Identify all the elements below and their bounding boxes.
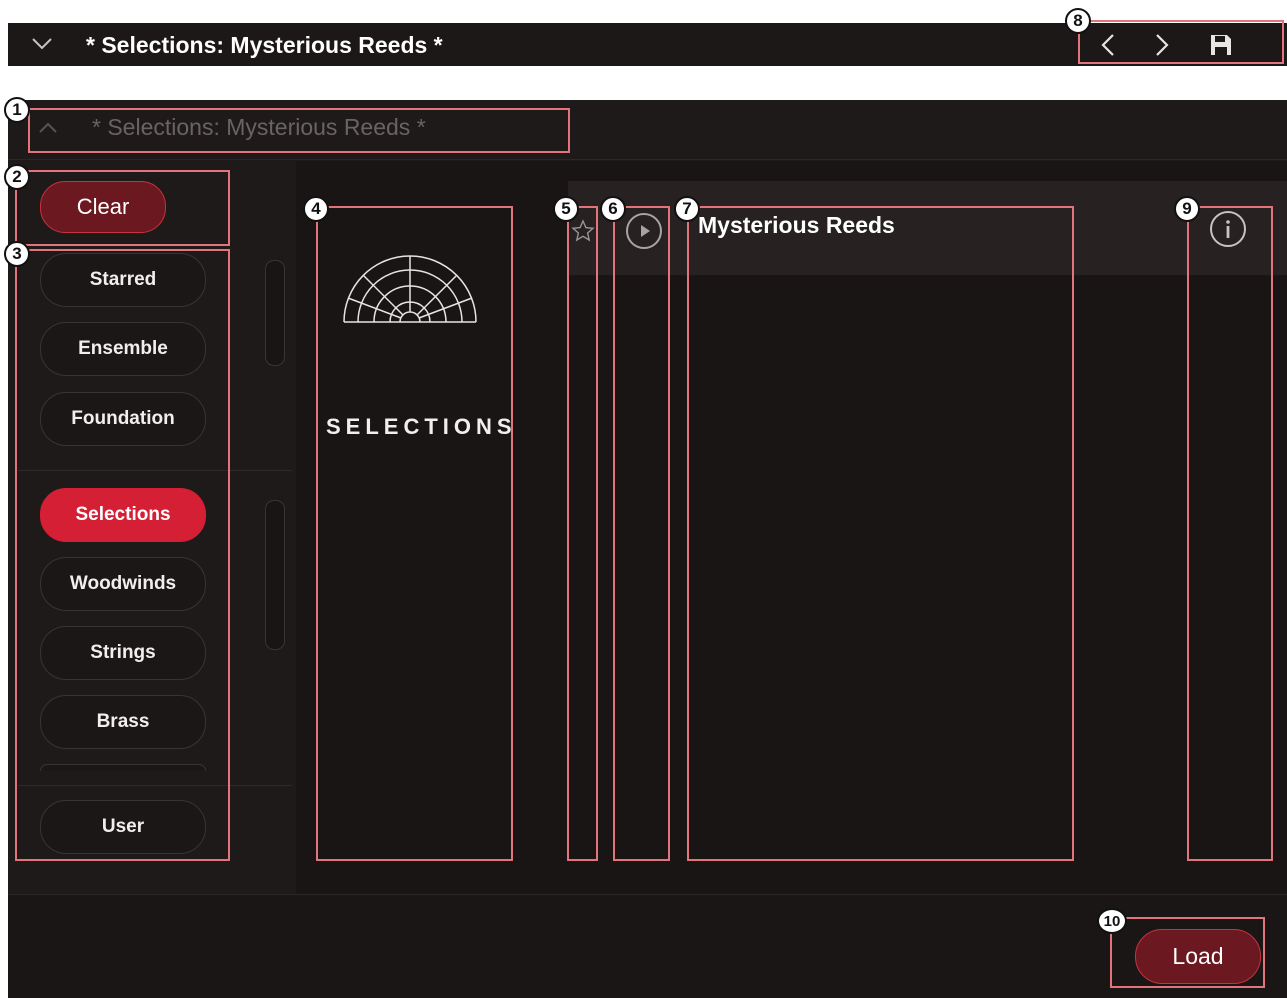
filter-ensemble[interactable]: Ensemble: [40, 322, 206, 376]
play-icon[interactable]: [625, 212, 663, 250]
load-button[interactable]: Load: [1135, 929, 1261, 984]
filter-starred[interactable]: Starred: [40, 253, 206, 307]
chevron-down-icon[interactable]: [30, 31, 54, 55]
save-icon[interactable]: [1208, 32, 1234, 58]
filter-foundation[interactable]: Foundation: [40, 392, 206, 446]
filter-user[interactable]: User: [40, 800, 206, 854]
filter-brass[interactable]: Brass: [40, 695, 206, 749]
star-icon[interactable]: [571, 219, 595, 243]
clear-button[interactable]: Clear: [40, 181, 166, 233]
selections-logo-icon: [343, 255, 477, 323]
divider: [18, 785, 292, 786]
browser-header-title: * Selections: Mysterious Reeds *: [92, 114, 426, 140]
annotation-marker: 3: [4, 241, 30, 267]
scrollbar-group2[interactable]: [265, 500, 285, 650]
annotation-marker: 10: [1097, 908, 1127, 934]
chevron-up-icon[interactable]: [36, 116, 60, 140]
preset-row[interactable]: [568, 181, 1287, 275]
filter-partial: [40, 764, 206, 771]
annotation-marker: 6: [600, 196, 626, 222]
annotation-marker: 8: [1065, 8, 1091, 34]
filter-strings[interactable]: Strings: [40, 626, 206, 680]
footer-bar: [8, 894, 1287, 998]
preset-name[interactable]: Mysterious Reeds: [698, 212, 895, 239]
filter-woodwinds[interactable]: Woodwinds: [40, 557, 206, 611]
annotation-marker: 2: [4, 164, 30, 190]
window-title: * Selections: Mysterious Reeds *: [86, 32, 443, 58]
scrollbar-group1[interactable]: [265, 260, 285, 366]
annotation-marker: 7: [674, 196, 700, 222]
previous-icon[interactable]: [1096, 32, 1122, 58]
divider: [18, 470, 292, 471]
annotation-marker: 9: [1174, 196, 1200, 222]
annotation-marker: 5: [553, 196, 579, 222]
browser-header[interactable]: * Selections: Mysterious Reeds *: [8, 100, 1287, 160]
annotation-marker: 1: [4, 97, 30, 123]
filter-selections[interactable]: Selections: [40, 488, 206, 542]
info-icon[interactable]: [1209, 210, 1247, 248]
top-bar: * Selections: Mysterious Reeds *: [8, 23, 1287, 66]
annotation-marker: 4: [303, 196, 329, 222]
next-icon[interactable]: [1148, 32, 1174, 58]
library-name: SELECTIONS: [326, 414, 517, 439]
